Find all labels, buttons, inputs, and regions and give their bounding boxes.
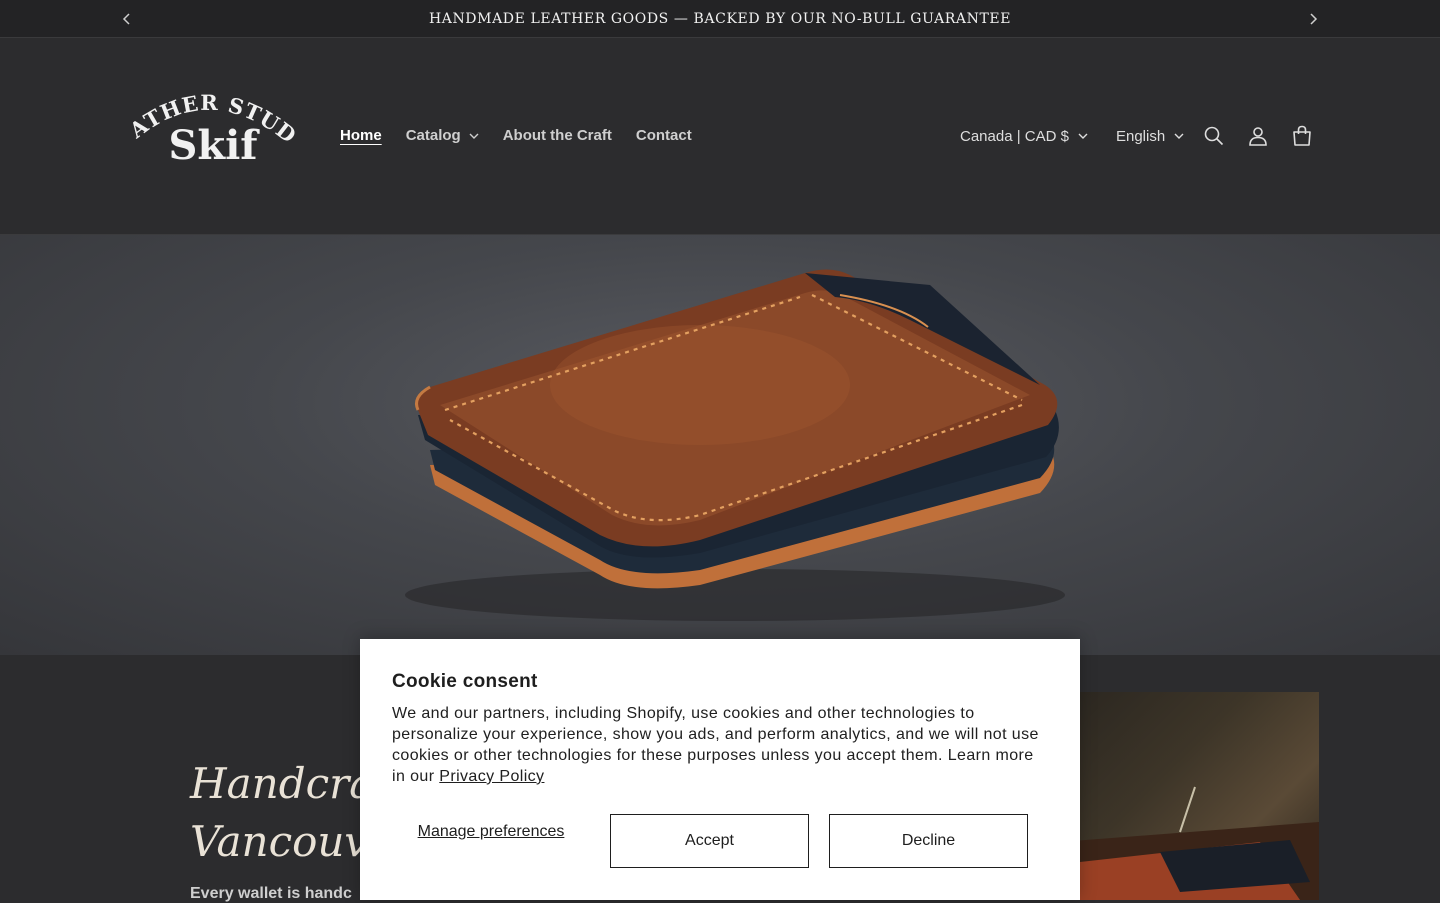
nav-about[interactable]: About the Craft: [503, 127, 612, 144]
chevron-down-icon: [1078, 133, 1088, 139]
chevron-down-icon: [1174, 133, 1184, 139]
craft-photo-graphic: [1060, 786, 1319, 900]
nav-contact[interactable]: Contact: [636, 127, 692, 144]
cookie-title: Cookie consent: [392, 671, 538, 692]
store-logo[interactable]: LEATHER STUDIO Skif: [110, 65, 300, 169]
language-selector-label: English: [1115, 127, 1166, 145]
accept-button[interactable]: Accept: [610, 814, 809, 868]
cart-icon: [1293, 125, 1311, 146]
nav-catalog[interactable]: Catalog: [406, 127, 479, 144]
header-utilities: Canada | CAD $ English: [960, 123, 1314, 149]
account-icon: [1249, 127, 1267, 146]
decline-button[interactable]: Decline: [829, 814, 1028, 868]
leather-wallet-image: [405, 269, 1065, 621]
site-header: LEATHER STUDIO Skif Home Catalog About t…: [0, 39, 1440, 235]
country-selector-label: Canada | CAD $: [960, 127, 1069, 145]
intro-subtext: Every wallet is handc: [190, 885, 352, 902]
cookie-body: We and our partners, including Shopify, …: [392, 703, 1048, 787]
announcement-next-button[interactable]: [1303, 9, 1323, 29]
search-icon: [1204, 126, 1224, 146]
nav-home[interactable]: Home: [340, 127, 382, 144]
logo-mark: LEATHER STUDIO Skif: [110, 65, 300, 169]
chevron-left-icon: [122, 13, 130, 25]
manage-preferences-button[interactable]: Manage preferences: [392, 822, 590, 841]
nav-catalog-label: Catalog: [405, 127, 461, 144]
nav-about-label: About the Craft: [502, 127, 612, 144]
nav-contact-label: Contact: [635, 127, 692, 144]
announcement-prev-button[interactable]: [117, 9, 137, 29]
announcement-bar: HANDMADE LEATHER GOODS — BACKED BY OUR N…: [0, 0, 1440, 38]
cart-button[interactable]: [1290, 123, 1314, 149]
announcement-text[interactable]: HANDMADE LEATHER GOODS — BACKED BY OUR N…: [429, 11, 1011, 27]
logo-line2: Skif: [168, 122, 260, 169]
hero-banner: [0, 235, 1440, 655]
search-button[interactable]: [1202, 123, 1226, 149]
language-selector[interactable]: English: [1116, 128, 1184, 145]
country-selector[interactable]: Canada | CAD $: [960, 128, 1088, 145]
craft-photo: [1060, 692, 1319, 900]
main-nav: Home Catalog About the Craft Contact: [340, 127, 716, 144]
nav-home-label: Home: [340, 127, 382, 144]
cookie-consent-dialog: Cookie consent We and our partners, incl…: [360, 639, 1080, 900]
chevron-down-icon: [469, 133, 479, 139]
chevron-right-icon: [1310, 13, 1318, 25]
account-button[interactable]: [1246, 123, 1270, 149]
cookie-actions: Manage preferences Accept Decline: [392, 814, 1048, 868]
privacy-policy-link[interactable]: Privacy Policy: [439, 768, 544, 785]
